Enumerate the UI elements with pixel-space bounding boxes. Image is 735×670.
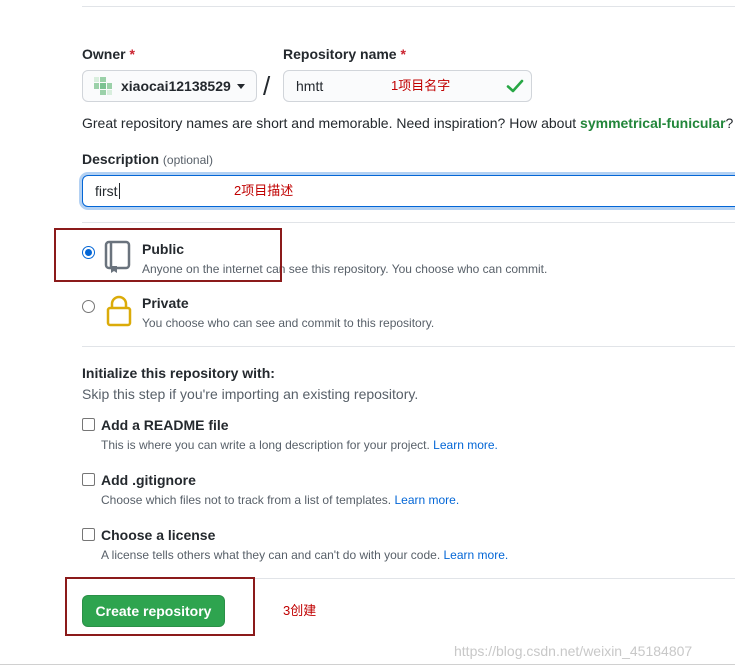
text-caret [118, 183, 120, 199]
gitignore-description: Choose which files not to track from a l… [101, 493, 459, 507]
owner-select-value: xiaocai12138529 [121, 78, 231, 94]
license-description-text: A license tells others what they can and… [101, 548, 441, 562]
divider-after-visibility [82, 346, 735, 347]
license-checkbox[interactable] [82, 528, 95, 541]
owner-select[interactable]: xiaocai12138529 [82, 70, 257, 102]
owner-label: Owner * [82, 46, 135, 62]
private-title: Private [142, 295, 189, 311]
top-divider [82, 6, 735, 7]
chevron-down-icon [236, 83, 245, 89]
create-annotation: 3创建 [283, 603, 317, 618]
repo-name-annotation: 1项目名字 [391, 78, 451, 93]
name-suggestion-link[interactable]: symmetrical-funicular [580, 115, 726, 131]
gitignore-title: Add .gitignore [101, 472, 196, 488]
gitignore-description-text: Choose which files not to track from a l… [101, 493, 392, 507]
repo-name-required-mark: * [400, 46, 406, 62]
check-icon [506, 77, 524, 95]
repo-name-label-text: Repository name [283, 46, 397, 62]
license-description: A license tells others what they can and… [101, 548, 508, 562]
watermark: https://blog.csdn.net/weixin_45184807 [454, 643, 693, 659]
private-description: You choose who can see and commit to thi… [142, 316, 435, 330]
public-annotation-box [54, 228, 282, 282]
lock-icon [106, 295, 132, 327]
description-input[interactable]: first [82, 175, 735, 207]
gitignore-checkbox[interactable] [82, 473, 95, 486]
bottom-divider [0, 664, 735, 665]
repo-name-input-value: hmtt [296, 78, 324, 94]
private-radio[interactable] [82, 300, 95, 313]
divider-after-description [82, 222, 735, 223]
readme-title: Add a README file [101, 417, 229, 433]
repo-name-hint-suffix: ? [725, 115, 734, 131]
description-optional-note: (optional) [162, 153, 213, 167]
readme-checkbox[interactable] [82, 418, 95, 431]
gitignore-learn-more-link[interactable]: Learn more. [394, 493, 459, 507]
owner-label-text: Owner [82, 46, 126, 62]
description-input-value: first [95, 183, 118, 199]
repo-name-hint-text: Great repository names are short and mem… [82, 115, 581, 131]
readme-learn-more-link[interactable]: Learn more. [433, 438, 498, 452]
owner-required-mark: * [129, 46, 135, 62]
repo-name-label: Repository name * [283, 46, 406, 62]
readme-description-text: This is where you can write a long descr… [101, 438, 430, 452]
readme-description: This is where you can write a long descr… [101, 438, 498, 452]
description-label: Description (optional) [82, 151, 213, 167]
license-title: Choose a license [101, 527, 216, 543]
init-subheading: Skip this step if you're importing an ex… [82, 386, 419, 402]
license-learn-more-link[interactable]: Learn more. [444, 548, 509, 562]
owner-repo-separator: / [263, 71, 271, 101]
owner-avatar-icon [93, 76, 113, 96]
init-heading: Initialize this repository with: [82, 365, 275, 381]
description-label-text: Description [82, 151, 160, 167]
create-annotation-box [65, 577, 255, 636]
description-annotation: 2项目描述 [234, 183, 294, 198]
repo-name-hint: Great repository names are short and mem… [82, 115, 733, 131]
